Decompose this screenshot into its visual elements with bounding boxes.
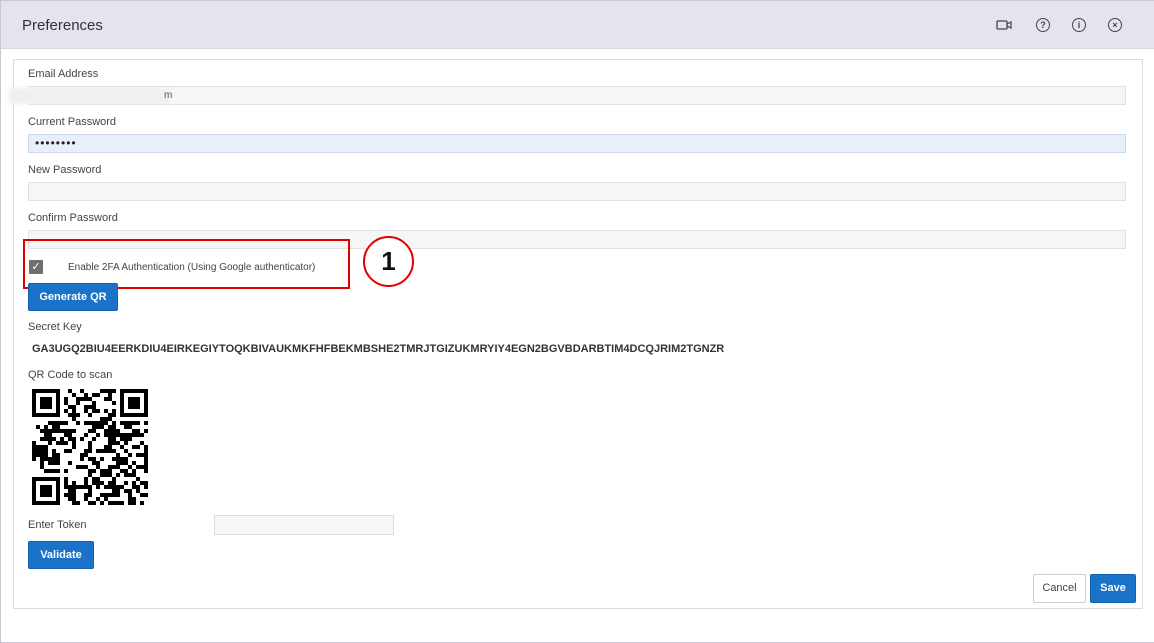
info-icon[interactable]: i [1071,18,1087,32]
titlebar: Preferences ? i × [1,1,1154,49]
confirm-password-label: Confirm Password [28,212,118,224]
annotation-callout: 1 [363,236,414,287]
qr-code-label: QR Code to scan [28,369,113,381]
close-icon[interactable]: × [1107,18,1123,32]
qr-code-image [32,389,148,505]
current-password-field[interactable]: •••••••• [28,134,1126,153]
email-redacted [9,88,169,104]
token-input[interactable] [214,515,394,535]
save-button[interactable]: Save [1090,574,1136,603]
new-password-field[interactable] [28,182,1126,201]
email-visible-text: m [164,90,173,101]
dialog-title: Preferences [22,17,103,34]
generate-qr-button[interactable]: Generate QR [28,283,118,311]
video-icon[interactable] [996,18,1012,32]
preferences-dialog: Preferences ? i × Email Address m Curren… [0,0,1154,643]
email-label: Email Address [28,68,99,80]
current-password-label: Current Password [28,116,117,128]
help-icon[interactable]: ? [1035,18,1051,32]
secret-key-label: Secret Key [28,321,82,333]
validate-button[interactable]: Validate [28,541,94,569]
new-password-label: New Password [28,164,102,176]
cancel-button[interactable]: Cancel [1033,574,1086,603]
annotation-highlight-box [23,239,350,289]
email-field[interactable] [28,86,1126,105]
enter-token-label: Enter Token [28,519,87,531]
secret-key-value: GA3UGQ2BIU4EERKDIU4EIRKEGIYTOQKBIVAUKMKF… [32,343,725,355]
